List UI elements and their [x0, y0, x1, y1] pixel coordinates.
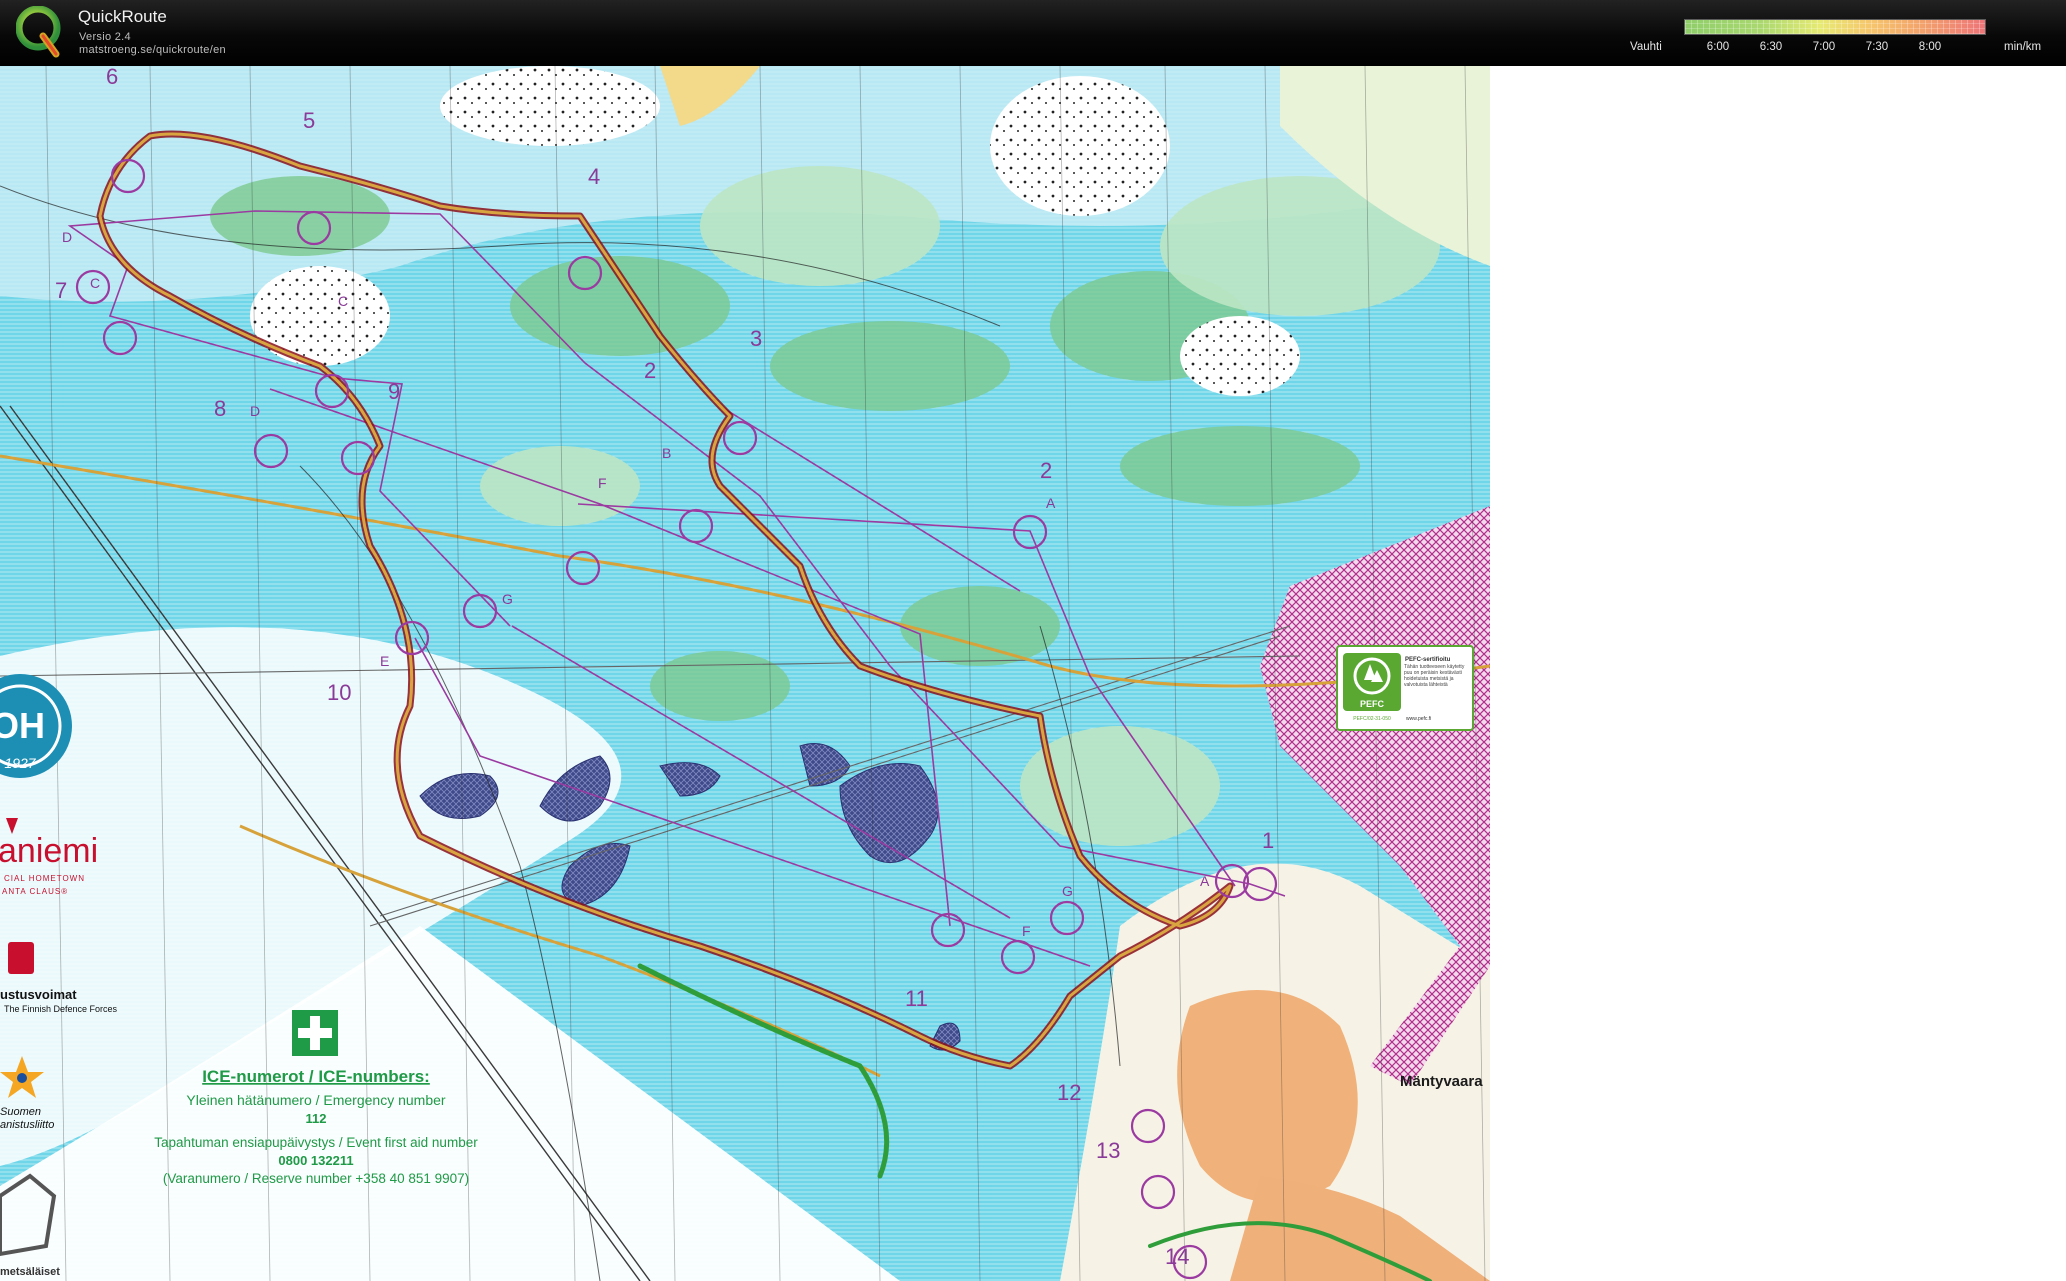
- orienteering-map[interactable]: 1 2 2 3 4 5 6 7 8 9 10 11 12 13 14 A A B…: [0, 66, 1490, 1281]
- app-version: Versio 2.4: [79, 31, 131, 43]
- control-letter-a2: A: [1200, 873, 1210, 889]
- federation-text-2: anistusliitto: [0, 1119, 54, 1131]
- control-number-13: 13: [1096, 1138, 1120, 1163]
- app-header: QuickRoute Versio 2.4 matstroeng.se/quic…: [0, 0, 2066, 66]
- pefc-body: Tähän tuotteeseen käytetty puu on peräis…: [1404, 664, 1465, 688]
- control-number-7: 7: [55, 278, 67, 303]
- control-letter-c: C: [338, 293, 348, 309]
- control-number-9: 9: [388, 379, 400, 404]
- control-number-14: 14: [1165, 1244, 1189, 1269]
- defence-forces-emblem-icon: [8, 942, 34, 974]
- control-letter-d: D: [62, 229, 72, 245]
- control-letter-b: B: [662, 445, 671, 461]
- control-letter-e: E: [380, 653, 389, 669]
- control-letter-g: G: [1062, 883, 1073, 899]
- club-badge-year: 1927: [4, 755, 36, 771]
- control-number-2b: 2: [644, 358, 656, 383]
- city-logo-sub1: CIAL HOMETOWN: [4, 874, 85, 883]
- club-badge-letters: OH: [0, 705, 45, 746]
- federation-text-1: Suomen: [0, 1106, 41, 1118]
- control-letter-d2: D: [250, 403, 260, 419]
- pefc-logo-text: PEFC: [1360, 699, 1385, 709]
- control-letter-f: F: [1022, 923, 1031, 939]
- control-letter-a: A: [1046, 495, 1056, 511]
- map-canvas[interactable]: 1 2 2 3 4 5 6 7 8 9 10 11 12 13 14 A A B…: [0, 66, 1490, 1281]
- control-letter-f2: F: [598, 475, 607, 491]
- empty-side-panel: [1490, 66, 2066, 1281]
- control-number-12: 12: [1057, 1080, 1081, 1105]
- ice-emergency-label: Yleinen hätänumero / Emergency number: [186, 1092, 445, 1108]
- ice-title: ICE-numerot / ICE-numbers:: [202, 1067, 430, 1086]
- pace-tick: 8:00: [1918, 41, 1942, 53]
- quickroute-logo-icon: [16, 6, 61, 58]
- control-number-11: 11: [905, 986, 928, 1011]
- pace-color-scale: [1684, 19, 1986, 35]
- pace-tick: 7:30: [1865, 41, 1889, 53]
- app-title: QuickRoute: [78, 7, 167, 26]
- control-number-3: 3: [750, 326, 762, 351]
- pace-tick: 6:30: [1759, 41, 1783, 53]
- control-number-1: 1: [1262, 828, 1274, 853]
- ice-firstaid-label: Tapahtuman ensiapupäivystys / Event firs…: [154, 1135, 478, 1150]
- defence-logo-sub: The Finnish Defence Forces: [4, 1004, 118, 1014]
- city-logo-text: aniemi: [0, 832, 98, 870]
- control-number-10: 10: [327, 680, 351, 705]
- paved-area: [1177, 990, 1358, 1202]
- defence-logo-text: ustusvoimat: [0, 987, 77, 1002]
- city-logo-sub2: ANTA CLAUS®: [2, 887, 68, 896]
- pefc-code: PEFC/02-31-050: [1353, 716, 1391, 722]
- bottom-club-text: metsäläiset: [0, 1266, 60, 1278]
- ice-firstaid-number: 0800 132211: [278, 1153, 353, 1168]
- pefc-certificate: PEFC PEFC-sertifioitu Tähän tuotteeseen …: [1336, 645, 1474, 731]
- control-number-5: 5: [303, 108, 315, 133]
- pace-legend-label: Vauhti: [1630, 41, 1662, 53]
- ice-reserve-number: (Varanumero / Reserve number +358 40 851…: [163, 1171, 469, 1186]
- control-letter-g2: G: [502, 591, 513, 607]
- control-number-2: 2: [1040, 458, 1052, 483]
- pace-tick: 6:00: [1706, 41, 1730, 53]
- ice-emergency-number: 112: [306, 1111, 327, 1126]
- control-number-6: 6: [106, 66, 118, 89]
- control-number-4: 4: [588, 164, 600, 189]
- pace-tick: 7:00: [1812, 41, 1836, 53]
- control-number-8: 8: [214, 396, 226, 421]
- control-letter-c2: C: [90, 275, 100, 291]
- app-url[interactable]: matstroeng.se/quickroute/en: [79, 44, 226, 56]
- pace-unit-label: min/km: [2004, 41, 2042, 53]
- pefc-url: www.pefc.fi: [1406, 716, 1431, 722]
- place-name: Mäntyvaara: [1400, 1073, 1483, 1090]
- pefc-title: PEFC-sertifioitu: [1405, 657, 1451, 663]
